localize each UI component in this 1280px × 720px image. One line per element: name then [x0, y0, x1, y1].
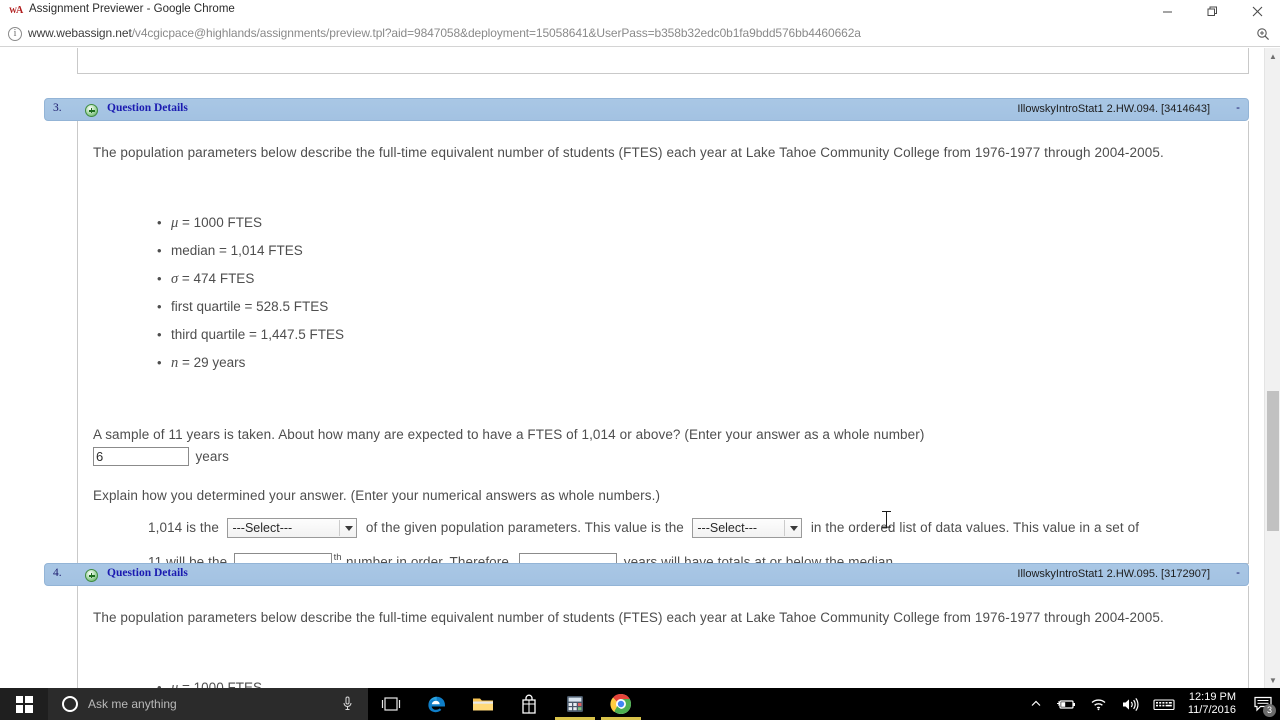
- question-intro-3: The population parameters below describe…: [93, 145, 1164, 160]
- chevron-down-icon: [345, 525, 354, 531]
- list-item: n = 29 years: [157, 349, 344, 377]
- param-text: = 528.5 FTES: [240, 299, 329, 314]
- search-placeholder: Ask me anything: [88, 697, 177, 711]
- maximize-restore-button[interactable]: [1190, 0, 1235, 22]
- close-button[interactable]: [1235, 0, 1280, 22]
- start-button[interactable]: [0, 688, 48, 720]
- question-block-4: 4. Question Details IllowskyIntroStat1 2…: [44, 563, 1249, 688]
- windows-logo-icon: [15, 695, 33, 713]
- taskbar-icons: [368, 688, 644, 720]
- scroll-up-arrow[interactable]: ▲: [1265, 48, 1280, 64]
- calculator-icon[interactable]: [552, 688, 598, 720]
- zoom-icon[interactable]: [1256, 27, 1270, 41]
- parameter-list-3: μ = 1000 FTES median = 1,014 FTES σ = 47…: [93, 209, 344, 377]
- sample-answer-row-3: years: [93, 446, 229, 467]
- param-text: = 29 years: [178, 355, 246, 370]
- browser-window: WA Assignment Previewer - Google Chrome …: [0, 0, 1280, 720]
- param-text: = 1,447.5 FTES: [245, 327, 344, 342]
- window-controls: [1145, 0, 1280, 22]
- expand-plus-icon[interactable]: [85, 569, 98, 582]
- minimize-button[interactable]: [1145, 0, 1190, 22]
- sample-answer-unit: years: [195, 449, 229, 464]
- battery-icon[interactable]: [1049, 688, 1083, 720]
- previous-question-box-tail: [77, 48, 1249, 74]
- question-header-3: 3. Question Details IllowskyIntroStat1 2…: [44, 98, 1249, 121]
- store-icon[interactable]: [506, 688, 552, 720]
- show-hidden-icons-chevron[interactable]: [1023, 688, 1049, 720]
- keyboard-icon[interactable]: [1146, 688, 1182, 720]
- explain-prompt-3: Explain how you determined your answer. …: [93, 488, 661, 503]
- browser-titlebar: WA Assignment Previewer - Google Chrome: [0, 0, 1280, 22]
- scrollbar-thumb[interactable]: [1267, 391, 1279, 531]
- explain-text-a: 1,014 is the: [148, 520, 220, 535]
- action-center-icon[interactable]: 3: [1246, 688, 1280, 720]
- webassign-favicon: WA: [9, 5, 23, 16]
- volume-icon[interactable]: [1114, 688, 1146, 720]
- question-block-3: 3. Question Details IllowskyIntroStat1 2…: [44, 98, 1249, 572]
- sample-answer-input[interactable]: [93, 447, 189, 467]
- param-symbol: first quartile: [171, 299, 241, 314]
- page-scrollbar-vertical[interactable]: ▲ ▼: [1264, 48, 1280, 688]
- param-text: = 1000 FTES: [178, 215, 262, 230]
- question-collapse-dash-3[interactable]: -: [1236, 102, 1240, 114]
- task-view-icon[interactable]: [368, 688, 414, 720]
- param-text: = 1,014 FTES: [215, 243, 303, 258]
- explain-text-c: in the ordered list of data values. This…: [810, 520, 1140, 535]
- question-tag-4: IllowskyIntroStat1 2.HW.095. [3172907]: [1017, 568, 1210, 580]
- chrome-icon[interactable]: [598, 688, 644, 720]
- select-statistic-value: ---Select---: [232, 520, 293, 535]
- question-tag-3: IllowskyIntroStat1 2.HW.094. [3414643]: [1017, 103, 1210, 115]
- taskbar-clock[interactable]: 12:19 PM 11/7/2016: [1182, 688, 1246, 720]
- param-symbol: median: [171, 243, 216, 258]
- select-separator: [339, 519, 341, 536]
- list-item: σ = 474 FTES: [157, 265, 344, 293]
- ordinal-suffix: th: [333, 552, 342, 563]
- select-position-value: ---Select---: [697, 520, 758, 535]
- chevron-down-icon: [790, 525, 799, 531]
- list-item: μ = 1000 FTES: [157, 209, 344, 237]
- cortana-icon: [62, 696, 78, 712]
- url-host: www.webassign.net: [28, 26, 132, 40]
- microphone-icon[interactable]: [343, 696, 352, 712]
- windows-taskbar: Ask me anything 12:19 PM 11/7/2016 3: [0, 688, 1280, 720]
- clock-time: 12:19 PM: [1188, 691, 1236, 703]
- param-text: = 474 FTES: [178, 271, 255, 286]
- list-item: μ = 1000 FTES: [157, 674, 262, 688]
- select-separator: [784, 519, 786, 536]
- address-bar[interactable]: i www.webassign.net/v4cgicpace@highlands…: [0, 22, 1280, 47]
- clock-date: 11/7/2016: [1187, 704, 1236, 716]
- notification-count-badge: 3: [1263, 704, 1276, 717]
- url-text[interactable]: www.webassign.net/v4cgicpace@highlands/a…: [28, 26, 861, 40]
- question-body-3: The population parameters below describe…: [77, 121, 1249, 572]
- param-text: = 1000 FTES: [178, 680, 262, 688]
- select-statistic-dropdown[interactable]: ---Select---: [227, 517, 358, 538]
- window-title: Assignment Previewer - Google Chrome: [29, 3, 235, 15]
- list-item: first quartile = 528.5 FTES: [157, 293, 344, 321]
- question-body-4: The population parameters below describe…: [77, 586, 1249, 688]
- expand-plus-icon[interactable]: [85, 104, 98, 117]
- param-symbol: third quartile: [171, 327, 246, 342]
- question-details-link-3[interactable]: Question Details: [107, 102, 188, 114]
- list-item: median = 1,014 FTES: [157, 237, 344, 265]
- site-info-icon[interactable]: i: [8, 27, 22, 41]
- question-number-3: 3.: [53, 102, 62, 114]
- question-details-link-4[interactable]: Question Details: [107, 567, 188, 579]
- scroll-down-arrow[interactable]: ▼: [1265, 672, 1280, 688]
- sample-prompt-3: A sample of 11 years is taken. About how…: [93, 427, 925, 442]
- select-position-dropdown[interactable]: ---Select---: [692, 517, 803, 538]
- question-collapse-dash-4[interactable]: -: [1236, 567, 1240, 579]
- page-viewport: 3. Question Details IllowskyIntroStat1 2…: [0, 48, 1280, 688]
- edge-icon[interactable]: [414, 688, 460, 720]
- parameter-list-4: μ = 1000 FTES: [93, 674, 262, 688]
- url-path: /v4cgicpace@highlands/assignments/previe…: [131, 26, 861, 40]
- list-item: third quartile = 1,447.5 FTES: [157, 321, 344, 349]
- question-intro-4: The population parameters below describe…: [93, 610, 1164, 625]
- wifi-icon[interactable]: [1083, 688, 1114, 720]
- file-explorer-icon[interactable]: [460, 688, 506, 720]
- explain-text-b: of the given population parameters. This…: [365, 520, 684, 535]
- cortana-search-box[interactable]: Ask me anything: [48, 688, 368, 720]
- question-number-4: 4.: [53, 567, 62, 579]
- question-header-4: 4. Question Details IllowskyIntroStat1 2…: [44, 563, 1249, 586]
- system-tray: 12:19 PM 11/7/2016 3: [1023, 688, 1280, 720]
